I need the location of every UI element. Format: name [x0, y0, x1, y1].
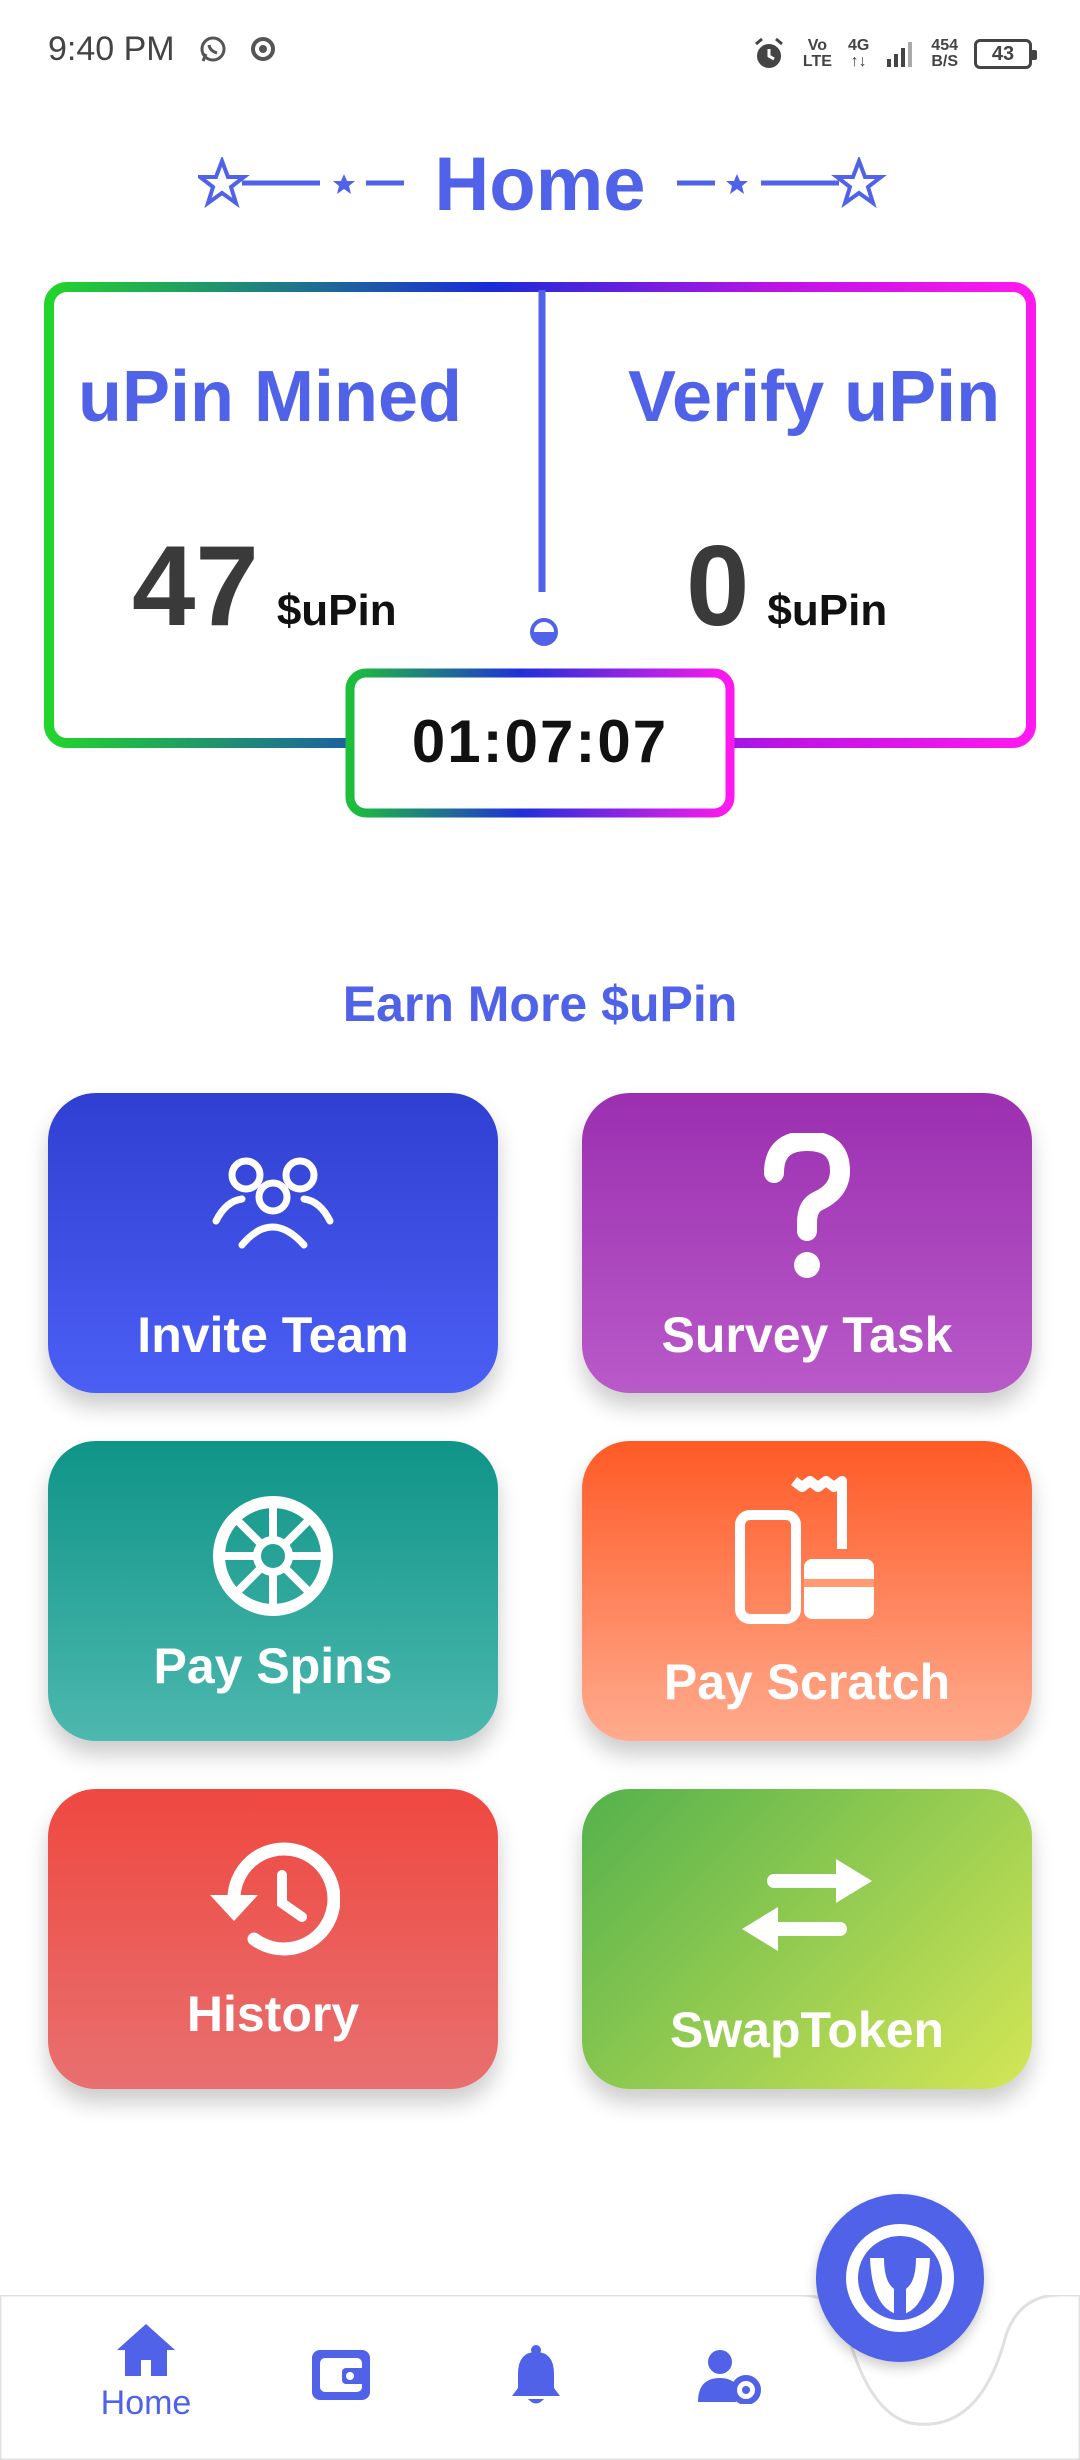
home-icon: [117, 2324, 175, 2376]
survey-task-tile[interactable]: Survey Task: [582, 1093, 1032, 1393]
signal-icon: [887, 42, 913, 67]
mined-value: 47: [132, 523, 259, 650]
page-title: Home: [434, 142, 646, 227]
battery-level: 43: [991, 42, 1015, 65]
team-icon: [212, 1157, 334, 1249]
earn-more-title: Earn More $uPin: [342, 976, 738, 1032]
alarm-icon: [754, 37, 783, 68]
speed-indicator: 454 B/S: [931, 38, 958, 70]
nav-wallet[interactable]: [306, 2346, 376, 2402]
pay-scratch-label: Pay Scratch: [663, 1654, 951, 1710]
whatsapp-icon: [200, 36, 226, 62]
user-settings-icon: [698, 2350, 761, 2404]
verify-unit: $uPin: [767, 586, 888, 635]
battery-icon: 43: [974, 39, 1037, 69]
bell-icon: [512, 2345, 560, 2404]
pay-scratch-tile[interactable]: Pay Scratch: [582, 1441, 1032, 1741]
speed-value: 454: [931, 37, 958, 54]
pay-spins-tile[interactable]: Pay Spins: [48, 1441, 498, 1741]
swap-icon: [742, 1859, 872, 1951]
nav-home[interactable]: Home: [86, 2320, 206, 2423]
volte-bottom: LTE: [802, 53, 832, 70]
pay-spins-label: Pay Spins: [153, 1638, 393, 1694]
swap-token-label: SwapToken: [669, 2002, 945, 2058]
mined-amount: 47 $uPin: [132, 530, 397, 644]
history-icon: [210, 1842, 340, 1956]
nav-home-label: Home: [100, 2384, 192, 2422]
nav-notifications[interactable]: [506, 2344, 566, 2406]
speed-unit: B/S: [931, 53, 958, 70]
question-icon: [764, 1133, 851, 1278]
status-time-text: 9:40 PM: [48, 30, 175, 68]
right-star-ornament-icon: [677, 157, 887, 209]
wallet-icon: [312, 2350, 370, 2400]
mined-unit: $uPin: [276, 586, 397, 635]
status-time: 9:40 PM: [48, 30, 278, 69]
survey-task-label: Survey Task: [661, 1307, 953, 1363]
left-star-ornament-icon: [198, 157, 404, 209]
verify-value: 0: [686, 523, 750, 650]
volte-indicator: Vo LTE: [803, 38, 832, 70]
nav-profile-settings[interactable]: [694, 2348, 764, 2404]
spin-wheel-icon: [213, 1496, 333, 1616]
scratch-card-icon: [735, 1476, 874, 1624]
network-indicator: 4G ↑↓: [848, 38, 869, 70]
history-label: History: [186, 1986, 360, 2042]
page-header: Home: [0, 135, 1080, 235]
network-type: 4G: [847, 37, 870, 54]
volte-top: Vo: [807, 37, 828, 54]
status-icons: Vo LTE 4G ↑↓ 454 B/S 43: [751, 30, 1037, 78]
invite-team-label: Invite Team: [137, 1307, 409, 1363]
network-arrows: ↑↓: [850, 53, 867, 70]
mining-timer: 01:07:07: [411, 708, 669, 775]
mined-label: uPin Mined: [78, 357, 462, 437]
mining-fab[interactable]: [816, 2194, 984, 2362]
upin-logo-icon: [846, 2224, 954, 2332]
verify-label: Verify uPin: [628, 357, 1001, 437]
invite-team-tile[interactable]: Invite Team: [48, 1093, 498, 1393]
swap-token-tile[interactable]: SwapToken: [582, 1789, 1032, 2089]
sync-icon: [250, 37, 275, 61]
verify-amount: 0 $uPin: [686, 530, 887, 644]
history-tile[interactable]: History: [48, 1789, 498, 2089]
